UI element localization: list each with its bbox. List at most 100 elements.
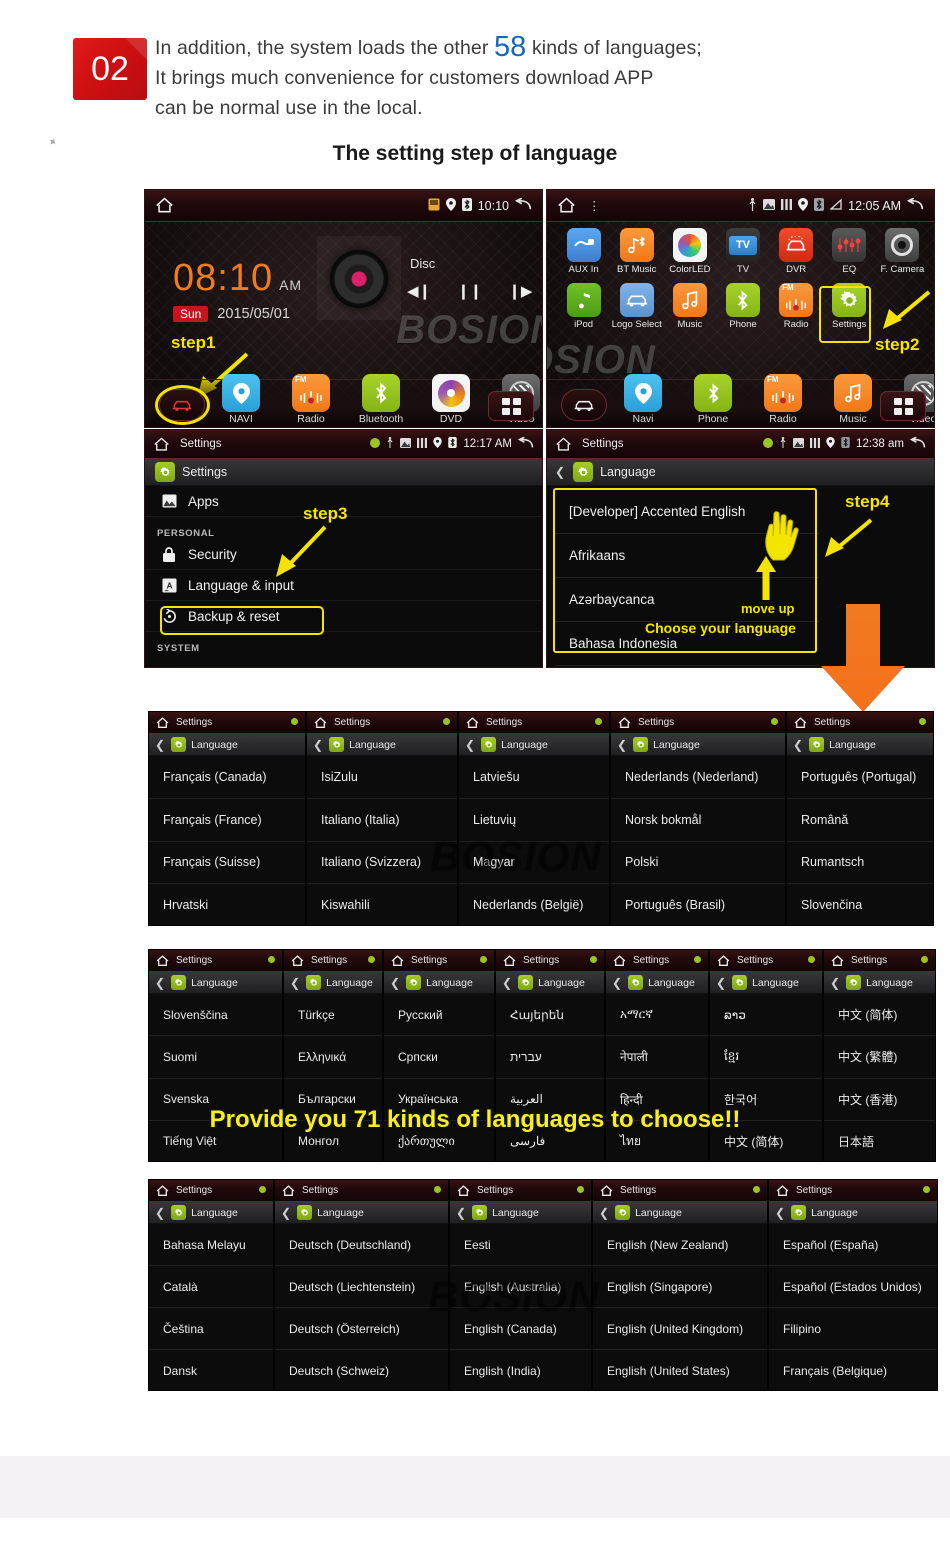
language-row[interactable]: English (Canada)	[450, 1308, 591, 1350]
chevron-left-icon[interactable]: ❮	[155, 976, 165, 990]
language-row[interactable]: ខ្មែរ	[710, 1036, 822, 1079]
pause-button[interactable]: ❙❙	[457, 282, 482, 300]
language-row[interactable]: Français (France)	[149, 799, 305, 842]
app-eq[interactable]: EQ	[823, 228, 876, 275]
home-icon[interactable]	[503, 954, 516, 967]
language-row[interactable]: Français (Suisse)	[149, 842, 305, 885]
chevron-left-icon[interactable]: ❮	[390, 976, 400, 990]
app-radio[interactable]: FM Radio	[770, 283, 823, 330]
language-row[interactable]: ລາວ	[710, 994, 822, 1037]
chevron-left-icon[interactable]: ❮	[793, 738, 803, 752]
home-icon[interactable]	[457, 1184, 470, 1197]
home-icon[interactable]	[717, 954, 730, 967]
language-row[interactable]: English (New Zealand)	[593, 1224, 767, 1266]
language-row[interactable]: Español (España)	[769, 1224, 937, 1266]
language-row[interactable]: Hrvatski	[149, 884, 305, 925]
language-row[interactable]: Deutsch (Liechtenstein)	[275, 1266, 448, 1308]
dock-item-navi[interactable]: Navi	[617, 374, 669, 425]
chevron-left-icon[interactable]: ❮	[555, 465, 565, 479]
language-row[interactable]: አማርኛ	[606, 994, 708, 1037]
home-icon[interactable]	[831, 954, 844, 967]
chevron-left-icon[interactable]: ❮	[775, 1206, 785, 1220]
language-row[interactable]: English (Singapore)	[593, 1266, 767, 1308]
chevron-left-icon[interactable]: ❮	[599, 1206, 609, 1220]
chevron-left-icon[interactable]: ❮	[502, 976, 512, 990]
home-icon[interactable]	[155, 197, 174, 214]
language-row[interactable]: Հայերեն	[496, 994, 604, 1037]
app-front-camera[interactable]: F. Camera	[876, 228, 929, 275]
language-row[interactable]: IsiZulu	[307, 756, 457, 799]
language-row[interactable]: Română	[787, 799, 933, 842]
home-icon[interactable]	[555, 436, 572, 452]
home-icon[interactable]	[282, 1184, 295, 1197]
language-row[interactable]: עברית	[496, 1036, 604, 1079]
app-aux-in[interactable]: AUX In	[557, 228, 610, 275]
language-row[interactable]: Deutsch (Schweiz)	[275, 1350, 448, 1390]
chevron-left-icon[interactable]: ❮	[155, 1206, 165, 1220]
language-row[interactable]: Slovenščina	[149, 994, 282, 1037]
language-row[interactable]: Slovenčina	[787, 884, 933, 925]
overflow-menu-icon[interactable]: ⋮	[588, 198, 603, 213]
chevron-left-icon[interactable]: ❮	[281, 1206, 291, 1220]
language-row[interactable]: Русский	[384, 994, 494, 1037]
dock-item-navi[interactable]: NAVI	[215, 374, 267, 425]
language-row[interactable]: Italiano (Italia)	[307, 799, 457, 842]
chevron-left-icon[interactable]: ❮	[612, 976, 622, 990]
dock-item-music[interactable]: Music	[827, 374, 879, 425]
back-icon[interactable]	[906, 196, 924, 214]
language-row[interactable]: Bahasa Melayu	[149, 1224, 273, 1266]
next-track-button[interactable]: ❙▶	[508, 282, 532, 300]
home-icon[interactable]	[314, 716, 327, 729]
language-row[interactable]: Türkçe	[284, 994, 382, 1037]
app-drawer-button[interactable]	[488, 391, 534, 421]
language-row[interactable]: English (India)	[450, 1350, 591, 1390]
chevron-left-icon[interactable]: ❮	[617, 738, 627, 752]
dock-item-radio[interactable]: FM Radio	[757, 374, 809, 425]
language-row[interactable]: Dansk	[149, 1350, 273, 1390]
dock-item-bluetooth[interactable]: Bluetooth	[355, 374, 407, 425]
language-row[interactable]: Català	[149, 1266, 273, 1308]
app-tv[interactable]: TV TV	[716, 228, 769, 275]
language-row[interactable]: Français (Canada)	[149, 756, 305, 799]
language-row[interactable]: Nederlands (Nederland)	[611, 756, 785, 799]
app-phone[interactable]: Phone	[716, 283, 769, 330]
app-dvr[interactable]: DVR	[770, 228, 823, 275]
home-icon[interactable]	[156, 716, 169, 729]
language-row[interactable]: नेपाली	[606, 1036, 708, 1079]
home-icon[interactable]	[291, 954, 304, 967]
app-logo-select[interactable]: Logo Select	[610, 283, 663, 330]
language-row[interactable]: Português (Brasil)	[611, 884, 785, 925]
app-music[interactable]: Music	[663, 283, 716, 330]
previous-track-button[interactable]: ◀❙	[407, 282, 431, 300]
language-row[interactable]: English (United States)	[593, 1350, 767, 1390]
chevron-left-icon[interactable]: ❮	[465, 738, 475, 752]
home-icon[interactable]	[153, 436, 170, 452]
home-icon[interactable]	[776, 1184, 789, 1197]
settings-row-security[interactable]: Security	[145, 539, 542, 570]
home-icon[interactable]	[156, 954, 169, 967]
home-icon[interactable]	[391, 954, 404, 967]
car-mode-button[interactable]	[561, 389, 607, 421]
app-colorled[interactable]: ColorLED	[663, 228, 716, 275]
home-icon[interactable]	[156, 1184, 169, 1197]
home-icon[interactable]	[613, 954, 626, 967]
language-row[interactable]: Português (Portugal)	[787, 756, 933, 799]
language-row[interactable]: Norsk bokmål	[611, 799, 785, 842]
back-icon[interactable]	[909, 435, 926, 452]
language-row[interactable]: 中文 (简体)	[824, 994, 935, 1037]
language-row[interactable]: Čeština	[149, 1308, 273, 1350]
language-row[interactable]: Italiano (Svizzera)	[307, 842, 457, 885]
language-row[interactable]: Kiswahili	[307, 884, 457, 925]
dock-item-dvd[interactable]: DVD	[425, 374, 477, 425]
language-row[interactable]: Magyar	[459, 842, 609, 885]
language-row[interactable]: Deutsch (Österreich)	[275, 1308, 448, 1350]
settings-row-language-input[interactable]: A Language & input	[145, 570, 542, 601]
language-row[interactable]: English (United Kingdom)	[593, 1308, 767, 1350]
language-row[interactable]: Rumantsch	[787, 842, 933, 885]
language-row[interactable]: Français (Belgique)	[769, 1350, 937, 1390]
language-row[interactable]: Lietuvių	[459, 799, 609, 842]
chevron-left-icon[interactable]: ❮	[290, 976, 300, 990]
chevron-left-icon[interactable]: ❮	[456, 1206, 466, 1220]
home-icon[interactable]	[794, 716, 807, 729]
back-icon[interactable]	[514, 196, 532, 214]
